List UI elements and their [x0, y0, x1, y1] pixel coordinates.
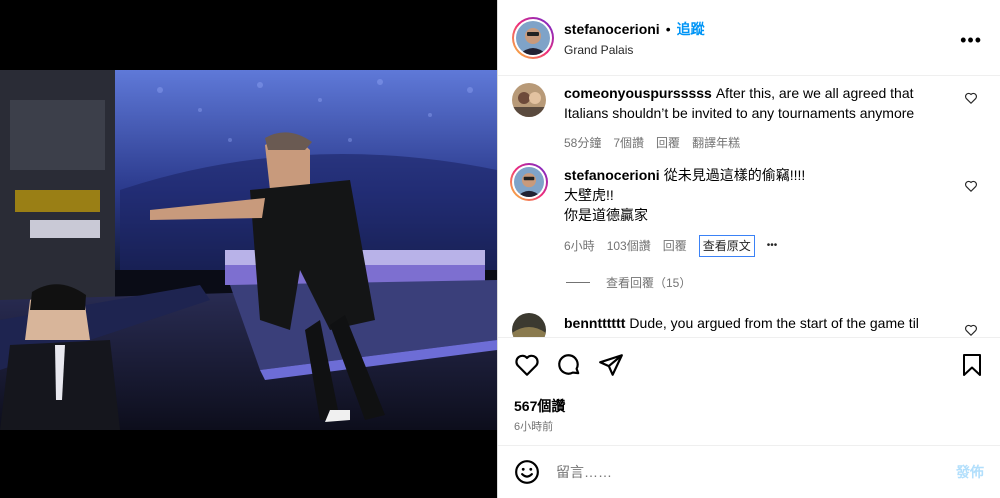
see-original-button[interactable]: 查看原文 [698, 235, 755, 257]
comment-input[interactable] [556, 464, 956, 480]
like-count[interactable]: 567個讚 [514, 396, 565, 416]
post-comment-button[interactable]: 發佈 [956, 462, 984, 482]
view-replies-label: 查看回覆（15） [606, 276, 692, 290]
more-icon[interactable]: ••• [960, 30, 982, 51]
comment-likes[interactable]: 7個讚 [613, 133, 644, 153]
emoji-icon[interactable] [514, 459, 540, 485]
instagram-post-window: stefanocerioni • 追蹤 Grand Palais ••• com… [0, 0, 1000, 498]
comment-item: stefanocerioni 從未見過這樣的偷竊!!!! 大壁虎!! 你是道德贏家… [510, 163, 990, 257]
post-header: stefanocerioni • 追蹤 Grand Palais ••• [498, 0, 1000, 76]
commenter-avatar[interactable] [512, 83, 546, 117]
bookmark-icon[interactable] [960, 352, 984, 378]
comment-text-line2: 大壁虎!! [564, 187, 614, 203]
author-username[interactable]: stefanocerioni [564, 21, 660, 37]
heart-icon[interactable] [964, 91, 978, 105]
post-time[interactable]: 6小時前 [514, 418, 553, 434]
comment-icon[interactable] [556, 352, 582, 378]
comment-meta: 58分鐘 7個讚 回覆 翻譯年糕 [564, 133, 954, 153]
commenter-avatar[interactable] [512, 313, 546, 337]
comment-username[interactable]: benntttttt [564, 315, 625, 331]
comment-body: benntttttt Dude, you argued from the star… [564, 313, 954, 337]
heart-icon[interactable] [514, 352, 540, 378]
post-location[interactable]: Grand Palais [564, 43, 705, 57]
comment-text-line3: 你是道德贏家 [564, 207, 648, 223]
post-media[interactable] [0, 0, 497, 498]
comment-text-line1: 從未見過這樣的偷竊!!!! [663, 167, 806, 183]
separator-dot: • [665, 20, 671, 37]
heart-icon[interactable] [964, 323, 978, 337]
heart-icon[interactable] [964, 179, 978, 193]
add-comment-bar: 發佈 [498, 445, 1000, 498]
comment-item: benntttttt Dude, you argued from the star… [512, 313, 990, 337]
view-replies-line [566, 282, 590, 283]
follow-button[interactable]: 追蹤 [677, 19, 705, 39]
comment-username[interactable]: stefanocerioni [564, 167, 660, 183]
view-replies-button[interactable]: 查看回覆（15） [566, 274, 691, 291]
comment-username[interactable]: comeonyouspursssss [564, 85, 712, 101]
header-text: stefanocerioni • 追蹤 Grand Palais [564, 19, 705, 57]
comment-age: 6小時 [564, 239, 595, 253]
reply-button[interactable]: 回覆 [656, 133, 680, 153]
comment-age: 58分鐘 [564, 136, 602, 150]
comment-more-icon[interactable]: ••• [767, 236, 778, 256]
translate-button[interactable]: 翻譯年糕 [692, 133, 740, 153]
commenter-avatar[interactable] [510, 163, 548, 201]
post-actions: 567個讚 6小時前 [498, 337, 1000, 445]
comment-item: comeonyouspursssss After this, are we all… [512, 83, 990, 153]
comment-meta: 6小時 103個讚 回覆 查看原文 ••• [564, 235, 954, 257]
comment-body: comeonyouspursssss After this, are we all… [564, 83, 954, 153]
action-icons [514, 352, 624, 378]
reply-button[interactable]: 回覆 [663, 236, 687, 256]
comment-body: stefanocerioni 從未見過這樣的偷竊!!!! 大壁虎!! 你是道德贏家… [564, 165, 954, 257]
comment-likes[interactable]: 103個讚 [607, 236, 651, 256]
author-avatar[interactable] [512, 16, 554, 59]
comment-text: Dude, you argued from the start of the g… [629, 315, 919, 331]
post-side-panel: stefanocerioni • 追蹤 Grand Palais ••• com… [497, 0, 1000, 498]
post-photo [0, 70, 497, 430]
comments-list[interactable]: comeonyouspursssss After this, are we all… [498, 77, 1000, 337]
share-icon[interactable] [598, 352, 624, 378]
